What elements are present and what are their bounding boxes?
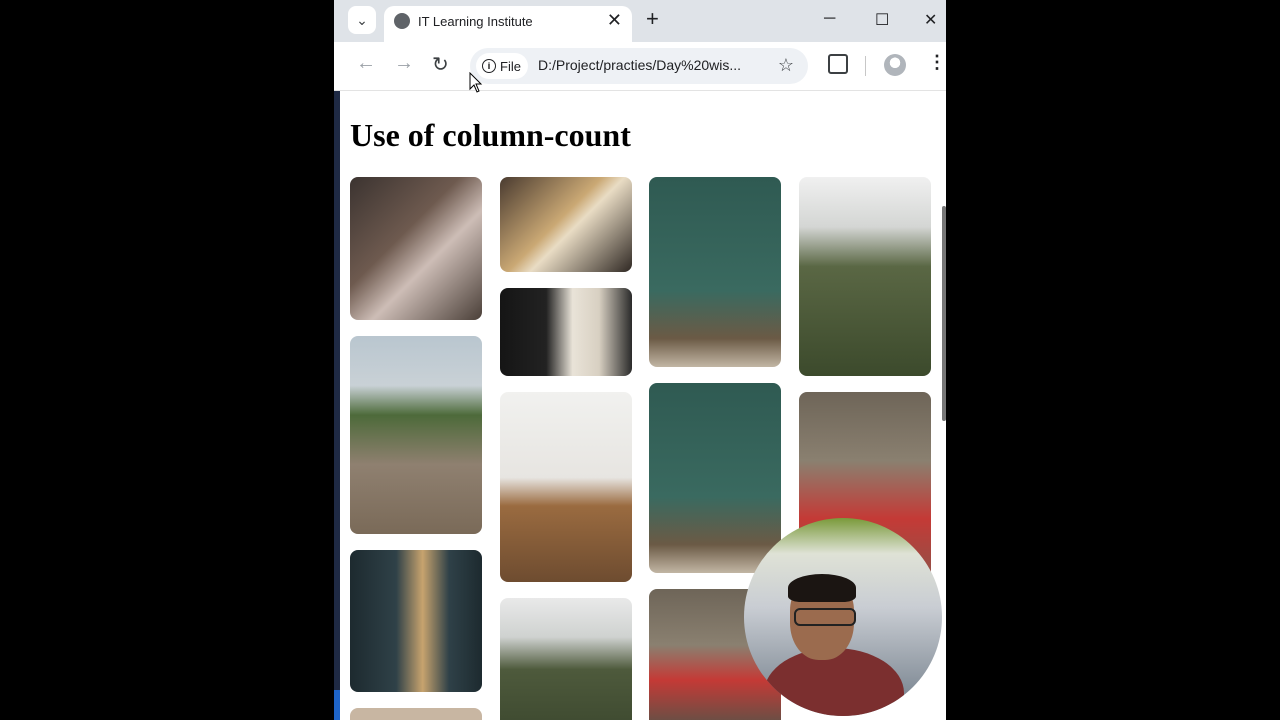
address-bar[interactable]: i File D:/Project/practies/Day%20wis... …	[470, 48, 808, 84]
gallery-image-clothes-rack	[500, 288, 632, 376]
active-tab[interactable]: IT Learning Institute ✕	[384, 6, 632, 42]
minimize-icon[interactable]: ─	[824, 10, 835, 28]
window-edge	[334, 91, 340, 720]
gallery-image-dining-room	[500, 392, 632, 582]
page-scrollbar[interactable]	[942, 206, 946, 421]
window-close-icon[interactable]: ✕	[924, 10, 937, 30]
kebab-menu-icon[interactable]: ⋮	[928, 52, 946, 73]
gallery-image-table-lamp	[500, 177, 632, 272]
presenter-hair	[788, 574, 856, 602]
site-info-chip[interactable]: i File	[476, 53, 528, 79]
extensions-icon[interactable]	[828, 54, 848, 74]
tab-strip: ⌄ IT Learning Institute ✕ + ─ ☐ ✕	[334, 0, 946, 42]
toolbar: ← → ↻ i File D:/Project/practies/Day%20w…	[334, 42, 946, 91]
tab-search-icon: ⌄	[356, 11, 368, 28]
page-title: Use of column-count	[350, 117, 631, 153]
gallery-image-green-wall-chair-2	[649, 383, 781, 573]
gallery-image-reading-chair	[350, 177, 482, 320]
profile-icon[interactable]	[884, 54, 906, 76]
taskbar-sliver	[334, 690, 340, 720]
maximize-icon[interactable]: ☐	[875, 10, 889, 30]
toolbar-divider	[865, 56, 866, 76]
star-icon[interactable]: ☆	[778, 55, 794, 76]
webcam-overlay	[744, 518, 942, 716]
back-icon[interactable]: ←	[356, 52, 376, 75]
tab-search-button[interactable]: ⌄	[348, 6, 376, 34]
plus-icon[interactable]: +	[646, 6, 659, 32]
mouse-cursor	[469, 72, 483, 93]
globe-icon	[394, 13, 410, 29]
url-text[interactable]: D:/Project/practies/Day%20wis...	[538, 57, 741, 73]
gallery-image-partial-bottom	[350, 708, 482, 720]
gallery-image-woman-on-rock	[350, 336, 482, 534]
reload-icon[interactable]: ↻	[432, 52, 449, 77]
gallery-image-mirror-hallway	[350, 550, 482, 692]
presenter-glasses	[794, 608, 856, 626]
security-chip-label: File	[500, 58, 521, 74]
tab-title: IT Learning Institute	[418, 14, 533, 29]
forward-icon[interactable]: →	[394, 52, 414, 75]
gallery-image-misty-mountains	[799, 177, 931, 376]
info-icon: i	[482, 59, 496, 73]
close-icon[interactable]: ✕	[607, 10, 622, 31]
gallery-image-green-wall-chair	[649, 177, 781, 367]
gallery-image-misty-valley-2	[500, 598, 632, 720]
